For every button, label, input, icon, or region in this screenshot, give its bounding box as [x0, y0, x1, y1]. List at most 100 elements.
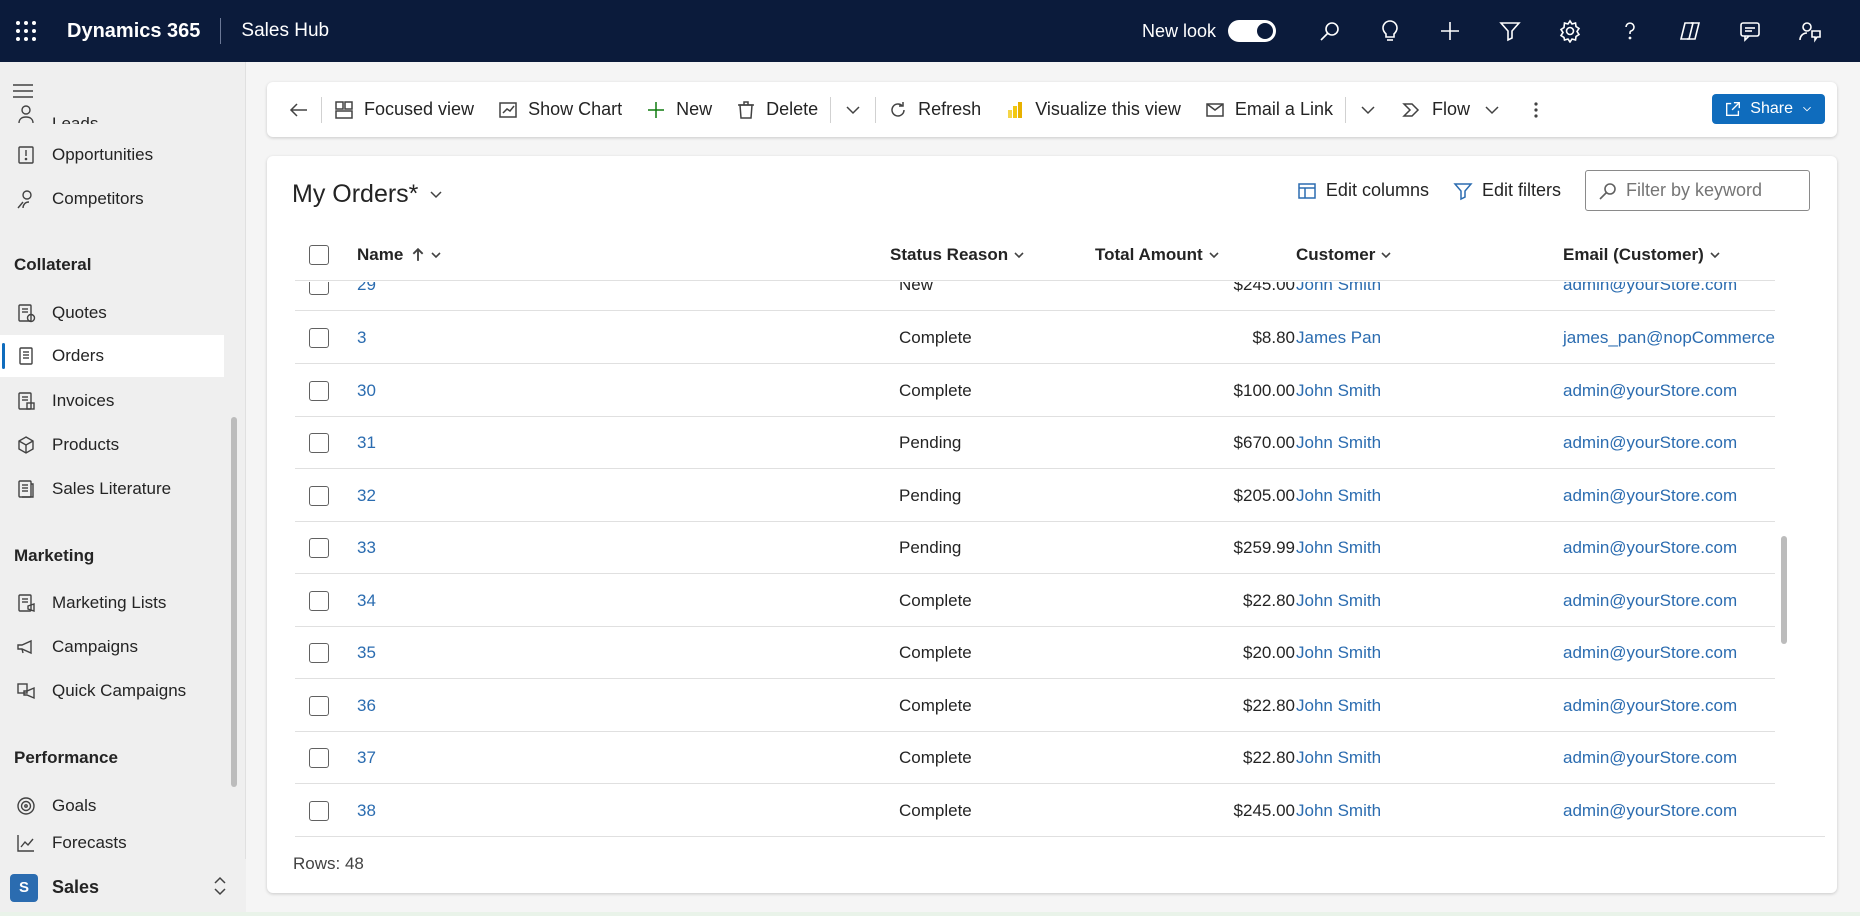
search-icon[interactable] [1300, 0, 1360, 62]
back-button[interactable] [277, 90, 321, 130]
sidebar-item-goals[interactable]: Goals [0, 785, 224, 827]
customer-link[interactable]: John Smith [1296, 627, 1381, 679]
row-checkbox[interactable] [309, 732, 329, 784]
customer-link[interactable]: John Smith [1296, 282, 1381, 311]
table-row[interactable]: 37 Complete $22.80 John Smith admin@your… [295, 732, 1775, 784]
order-name-link[interactable]: 36 [357, 680, 376, 732]
customer-link[interactable]: John Smith [1296, 680, 1381, 732]
order-name-link[interactable]: 35 [357, 627, 376, 679]
row-checkbox[interactable] [309, 575, 329, 627]
sidebar-item-marketing-lists[interactable]: Marketing Lists [0, 582, 224, 624]
email-link[interactable]: admin@yourStore.com [1563, 365, 1737, 417]
table-row[interactable]: 31 Pending $670.00 John Smith admin@your… [295, 417, 1775, 469]
remote-assist-icon[interactable] [1780, 0, 1840, 62]
order-name-link[interactable]: 3 [357, 312, 366, 364]
order-name-link[interactable]: 30 [357, 365, 376, 417]
filter-by-keyword-field[interactable] [1585, 170, 1810, 211]
grid-scrollbar[interactable] [1781, 536, 1787, 644]
table-row[interactable]: 29 New $245.00 John Smith admin@yourStor… [295, 282, 1775, 311]
email-link-button[interactable]: Email a Link [1193, 90, 1345, 130]
table-row[interactable]: 34 Complete $22.80 John Smith admin@your… [295, 575, 1775, 627]
email-link[interactable]: admin@yourStore.com [1563, 282, 1737, 311]
customer-link[interactable]: John Smith [1296, 575, 1381, 627]
email-link[interactable]: james_pan@nopCommerce.... [1563, 312, 1775, 364]
customer-link[interactable]: James Pan [1296, 312, 1381, 364]
column-header-customer[interactable]: Customer [1296, 229, 1392, 281]
help-icon[interactable] [1600, 0, 1660, 62]
sidebar-item-opportunities[interactable]: Opportunities [0, 134, 224, 176]
more-commands-button[interactable] [1514, 90, 1558, 130]
copilot-icon[interactable] [1660, 0, 1720, 62]
more-delete-options-button[interactable] [831, 90, 875, 130]
row-checkbox[interactable] [309, 417, 329, 469]
column-header-name[interactable]: Name [357, 229, 442, 281]
app-launcher-icon[interactable] [0, 20, 52, 42]
email-link[interactable]: admin@yourStore.com [1563, 680, 1737, 732]
row-checkbox[interactable] [309, 282, 329, 311]
sidebar-item-competitors[interactable]: Competitors [0, 178, 224, 220]
sidebar-item-quotes[interactable]: Quotes [0, 292, 224, 334]
new-look-toggle[interactable] [1228, 20, 1276, 42]
order-name-link[interactable]: 32 [357, 470, 376, 522]
sidebar-item-quick-campaigns[interactable]: Quick Campaigns [0, 670, 224, 712]
share-button[interactable]: Share [1712, 94, 1825, 124]
area-switcher[interactable]: S Sales [0, 859, 246, 916]
sidebar-item-invoices[interactable]: Invoices [0, 380, 224, 422]
sidebar-item-campaigns[interactable]: Campaigns [0, 626, 224, 668]
sidebar-item-forecasts[interactable]: Forecasts [0, 828, 224, 858]
order-name-link[interactable]: 37 [357, 732, 376, 784]
order-name-link[interactable]: 29 [357, 282, 376, 311]
row-checkbox[interactable] [309, 627, 329, 679]
delete-button[interactable]: Delete [724, 90, 830, 130]
table-row[interactable]: 30 Complete $100.00 John Smith admin@you… [295, 365, 1775, 417]
row-checkbox[interactable] [309, 680, 329, 732]
hub-name[interactable]: Sales Hub [241, 20, 329, 42]
email-link[interactable]: admin@yourStore.com [1563, 732, 1737, 784]
row-checkbox[interactable] [309, 470, 329, 522]
new-button[interactable]: New [634, 90, 724, 130]
plus-icon[interactable] [1420, 0, 1480, 62]
email-link[interactable]: admin@yourStore.com [1563, 627, 1737, 679]
sidebar-item-sales-literature[interactable]: Sales Literature [0, 468, 224, 510]
table-row[interactable]: 38 Complete $245.00 John Smith admin@you… [295, 785, 1775, 837]
gear-icon[interactable] [1540, 0, 1600, 62]
customer-link[interactable]: John Smith [1296, 365, 1381, 417]
table-row[interactable]: 33 Pending $259.99 John Smith admin@your… [295, 522, 1775, 574]
view-selector[interactable]: My Orders* [292, 180, 444, 209]
order-name-link[interactable]: 31 [357, 417, 376, 469]
visualize-view-button[interactable]: Visualize this view [993, 90, 1193, 130]
select-all-checkbox[interactable] [309, 229, 329, 281]
sidebar-item-products[interactable]: Products [0, 424, 224, 466]
table-row[interactable]: 3 Complete $8.80 James Pan james_pan@nop… [295, 312, 1775, 364]
show-chart-button[interactable]: Show Chart [486, 90, 634, 130]
column-header-total-amount[interactable]: Total Amount [1095, 229, 1220, 281]
flow-button[interactable]: Flow [1390, 90, 1514, 130]
email-link[interactable]: admin@yourStore.com [1563, 785, 1737, 837]
edit-filters-button[interactable]: Edit filters [1453, 180, 1561, 201]
filter-icon[interactable] [1480, 0, 1540, 62]
email-link[interactable]: admin@yourStore.com [1563, 575, 1737, 627]
email-link[interactable]: admin@yourStore.com [1563, 417, 1737, 469]
order-name-link[interactable]: 34 [357, 575, 376, 627]
sidebar-item-leads[interactable]: Leads [0, 100, 224, 124]
customer-link[interactable]: John Smith [1296, 785, 1381, 837]
order-name-link[interactable]: 33 [357, 522, 376, 574]
sidebar-scrollbar[interactable] [231, 417, 237, 787]
table-row[interactable]: 35 Complete $20.00 John Smith admin@your… [295, 627, 1775, 679]
email-link[interactable]: admin@yourStore.com [1563, 522, 1737, 574]
more-email-options-button[interactable] [1346, 90, 1390, 130]
lightbulb-icon[interactable] [1360, 0, 1420, 62]
customer-link[interactable]: John Smith [1296, 732, 1381, 784]
column-header-status-reason[interactable]: Status Reason [890, 229, 1025, 281]
chat-icon[interactable] [1720, 0, 1780, 62]
filter-by-keyword-input[interactable] [1626, 180, 1796, 201]
row-checkbox[interactable] [309, 785, 329, 837]
order-name-link[interactable]: 38 [357, 785, 376, 837]
row-checkbox[interactable] [309, 522, 329, 574]
column-header-email[interactable]: Email (Customer) [1563, 229, 1721, 281]
customer-link[interactable]: John Smith [1296, 470, 1381, 522]
app-name[interactable]: Dynamics 365 [67, 20, 200, 43]
row-checkbox[interactable] [309, 365, 329, 417]
email-link[interactable]: admin@yourStore.com [1563, 470, 1737, 522]
customer-link[interactable]: John Smith [1296, 522, 1381, 574]
